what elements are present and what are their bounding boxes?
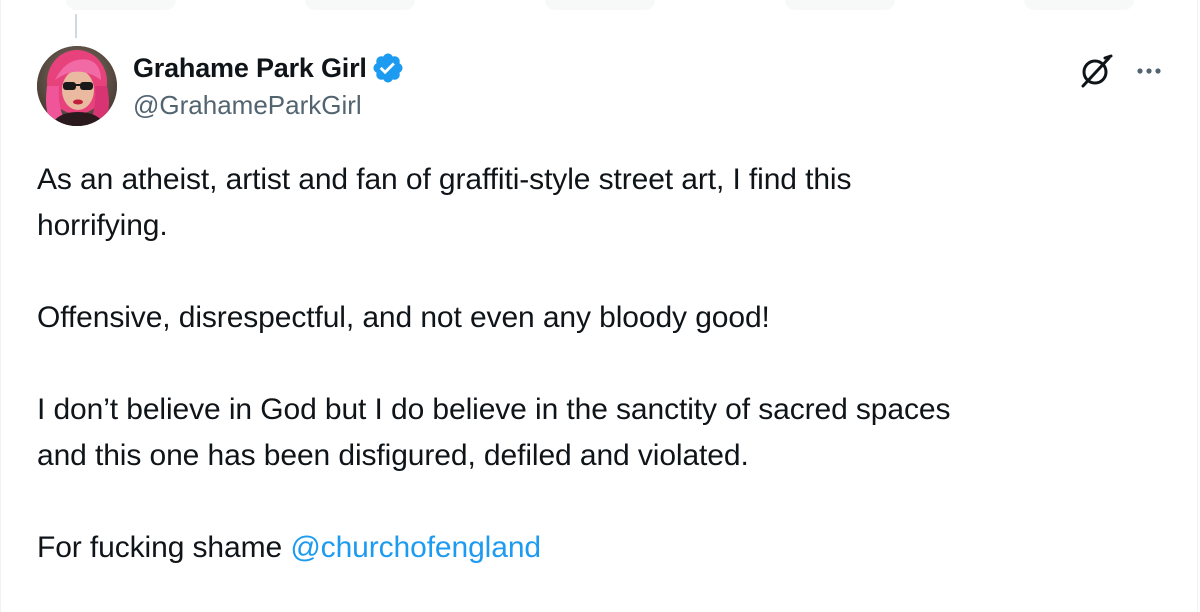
tweet-header: Grahame Park Girl @GrahameParkGirl: [133, 48, 1157, 128]
faded-element: [1024, 0, 1135, 10]
tweet-text-prefix: For fucking shame: [37, 531, 291, 564]
tweet-text-line: For fucking shame @churchofengland: [37, 525, 1157, 571]
previous-tweet-edge: [1, 0, 1199, 22]
tweet-actions: [1075, 50, 1167, 92]
faded-element: [65, 0, 176, 10]
faded-element: [544, 0, 655, 10]
thread-connector-line: [75, 14, 77, 38]
tweet-text-line: As an atheist, artist and fan of graffit…: [37, 163, 852, 196]
faded-element: [784, 0, 895, 10]
grok-icon[interactable]: [1075, 50, 1117, 92]
tweet-text-line: I don’t believe in God but I do believe …: [37, 393, 951, 426]
mention-link[interactable]: @churchofengland: [290, 531, 541, 564]
faded-element: [305, 0, 416, 10]
avatar-photo: [37, 46, 117, 126]
tweet-text-line: and this one has been disfigured, defile…: [37, 439, 749, 472]
name-row: Grahame Park Girl: [133, 48, 1157, 88]
author-handle[interactable]: @GrahameParkGirl: [133, 90, 1157, 121]
more-options-icon[interactable]: [1131, 53, 1167, 89]
author-display-name[interactable]: Grahame Park Girl: [133, 53, 367, 84]
tweet-card: Grahame Park Girl @GrahameParkGirl As an…: [0, 0, 1198, 612]
avatar[interactable]: [37, 46, 117, 126]
tweet-text-line: horrifying.: [37, 209, 168, 242]
verified-badge-icon[interactable]: [371, 51, 405, 85]
tweet-text: As an atheist, artist and fan of graffit…: [37, 157, 1157, 571]
tweet-text-line: Offensive, disrespectful, and not even a…: [37, 301, 770, 334]
